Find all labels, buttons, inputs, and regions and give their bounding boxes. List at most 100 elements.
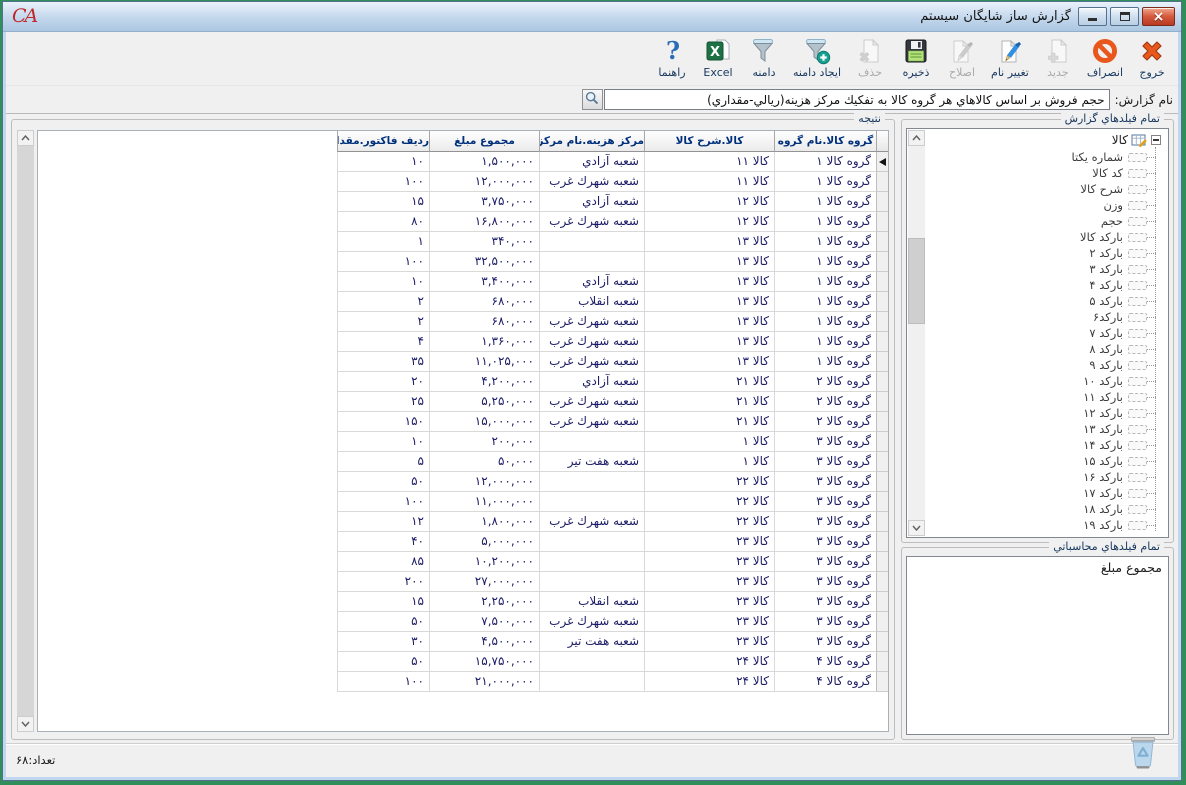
field-checkbox[interactable]	[1128, 185, 1147, 194]
field-checkbox[interactable]	[1128, 361, 1147, 370]
scrollbar-thumb[interactable]	[908, 238, 925, 324]
field-checkbox[interactable]	[1128, 281, 1147, 290]
table-row[interactable]: گروه كالا ۳كالا ۱شعبه هفت تير۵۰,۰۰۰۵	[337, 452, 888, 472]
field-checkbox[interactable]	[1128, 217, 1147, 226]
tree-item[interactable]: باركد ۵	[925, 293, 1168, 309]
table-row[interactable]: گروه كالا ۳كالا ۲۳شعبه انقلاب۲,۲۵۰,۰۰۰۱۵	[337, 592, 888, 612]
tree-item[interactable]: باركد ۱۹	[925, 517, 1168, 533]
table-row[interactable]: گروه كالا ۱كالا ۱۳شعبه آزادي۳,۴۰۰,۰۰۰۱۰	[337, 272, 888, 292]
table-row[interactable]: گروه كالا ۱كالا ۱۳شعبه شهرك غرب۱۱,۰۲۵,۰۰…	[337, 352, 888, 372]
tree-item[interactable]: شرح كالا	[925, 181, 1168, 197]
tree-item[interactable]: باركد ۱۷	[925, 485, 1168, 501]
field-checkbox[interactable]	[1128, 345, 1147, 354]
tree-root-item[interactable]: كالا	[925, 131, 1168, 149]
table-row[interactable]: گروه كالا ۳كالا ۲۲شعبه شهرك غرب۱,۸۰۰,۰۰۰…	[337, 512, 888, 532]
tree-vertical-scrollbar[interactable]	[908, 130, 925, 536]
field-checkbox[interactable]	[1128, 329, 1147, 338]
tree-item[interactable]: حجم	[925, 213, 1168, 229]
tree-item[interactable]: باركد ۸	[925, 341, 1168, 357]
table-row[interactable]: گروه كالا ۳كالا ۲۲۱۱,۰۰۰,۰۰۰۱۰۰	[337, 492, 888, 512]
table-row[interactable]: گروه كالا ۳كالا ۲۳شعبه شهرك غرب۷,۵۰۰,۰۰۰…	[337, 612, 888, 632]
scroll-down-icon[interactable]	[908, 520, 925, 536]
result-vertical-scrollbar[interactable]	[17, 130, 34, 732]
field-checkbox[interactable]	[1128, 537, 1147, 538]
table-row[interactable]: گروه كالا ۳كالا ۲۳۱۰,۲۰۰,۰۰۰۸۵	[337, 552, 888, 572]
help-button[interactable]: ? راهنما	[649, 34, 695, 83]
save-button[interactable]: ذخيره	[893, 34, 939, 83]
tree-item[interactable]: باركد۶	[925, 309, 1168, 325]
tree-item[interactable]: باركد ۱۸	[925, 501, 1168, 517]
tree-item[interactable]: باركد ۱۱	[925, 389, 1168, 405]
tree-item[interactable]: باركد ۱۳	[925, 421, 1168, 437]
field-checkbox[interactable]	[1128, 473, 1147, 482]
scroll-down-icon[interactable]	[17, 716, 34, 732]
table-row[interactable]: گروه كالا ۲كالا ۲۱شعبه آزادي۴,۲۰۰,۰۰۰۲۰	[337, 372, 888, 392]
tree-item[interactable]: باركد ۱۰	[925, 373, 1168, 389]
field-checkbox[interactable]	[1128, 297, 1147, 306]
table-row[interactable]: گروه كالا ۱كالا ۱۱شعبه شهرك غرب۱۲,۰۰۰,۰۰…	[337, 172, 888, 192]
field-checkbox[interactable]	[1128, 489, 1147, 498]
table-row[interactable]: گروه كالا ۱كالا ۱۲شعبه شهرك غرب۱۶,۸۰۰,۰۰…	[337, 212, 888, 232]
collapse-icon[interactable]	[1151, 135, 1161, 145]
field-checkbox[interactable]	[1128, 505, 1147, 514]
search-button[interactable]	[582, 89, 603, 110]
field-checkbox[interactable]	[1128, 313, 1147, 322]
column-header[interactable]: مجموع مبلغ	[429, 131, 539, 152]
field-checkbox[interactable]	[1128, 409, 1147, 418]
maximize-button[interactable]	[1110, 7, 1139, 26]
column-header[interactable]: رديف فاكتور.مقدار۱	[337, 131, 429, 152]
table-row[interactable]: گروه كالا ۳كالا ۲۳۵,۰۰۰,۰۰۰۴۰	[337, 532, 888, 552]
field-checkbox[interactable]	[1128, 521, 1147, 530]
tree-item[interactable]	[925, 533, 1168, 537]
field-checkbox[interactable]	[1128, 201, 1147, 210]
tree-item[interactable]: باركد ۳	[925, 261, 1168, 277]
table-row[interactable]: گروه كالا ۳كالا ۱۲۰۰,۰۰۰۱۰	[337, 432, 888, 452]
table-row[interactable]: گروه كالا ۴كالا ۲۴۲۱,۰۰۰,۰۰۰۱۰۰	[337, 672, 888, 692]
tree-item[interactable]: كد كالا	[925, 165, 1168, 181]
scroll-up-icon[interactable]	[908, 130, 925, 146]
minimize-button[interactable]	[1078, 7, 1107, 26]
range-button[interactable]: دامنه	[741, 34, 787, 83]
rename-button[interactable]: تغيير نام	[985, 34, 1035, 83]
table-row[interactable]: گروه كالا ۱كالا ۱۳۳۴۰,۰۰۰۱	[337, 232, 888, 252]
tree-item[interactable]: باركد ۱۵	[925, 453, 1168, 469]
table-row[interactable]: گروه كالا ۱كالا ۱۳۳۲,۵۰۰,۰۰۰۱۰۰	[337, 252, 888, 272]
tree-item[interactable]: باركد ۴	[925, 277, 1168, 293]
field-checkbox[interactable]	[1128, 153, 1147, 162]
field-checkbox[interactable]	[1128, 425, 1147, 434]
table-row[interactable]: گروه كالا ۳كالا ۲۳شعبه هفت تير۴,۵۰۰,۰۰۰۳…	[337, 632, 888, 652]
field-checkbox[interactable]	[1128, 441, 1147, 450]
tree-item[interactable]: باركد ۱۶	[925, 469, 1168, 485]
field-checkbox[interactable]	[1128, 233, 1147, 242]
tree-item[interactable]: باركد كالا	[925, 229, 1168, 245]
tree-item[interactable]: باركد ۲	[925, 245, 1168, 261]
exit-button[interactable]: خروج	[1129, 34, 1175, 83]
table-row[interactable]: گروه كالا ۱كالا ۱۳شعبه شهرك غرب۱,۳۶۰,۰۰۰…	[337, 332, 888, 352]
excel-button[interactable]: X Excel	[695, 34, 741, 83]
column-header[interactable]: مركز هزينه.نام مركز هزينه	[539, 131, 644, 152]
field-checkbox[interactable]	[1128, 393, 1147, 402]
tree-item[interactable]: وزن	[925, 197, 1168, 213]
tree-item[interactable]: باركد ۷	[925, 325, 1168, 341]
table-row[interactable]: گروه كالا ۲كالا ۲۱شعبه شهرك غرب۵,۲۵۰,۰۰۰…	[337, 392, 888, 412]
cancel-button[interactable]: انصراف	[1081, 34, 1129, 83]
column-header[interactable]: گروه كالا.نام گروه	[774, 131, 876, 152]
scroll-up-icon[interactable]	[17, 130, 34, 146]
report-name-input[interactable]	[604, 89, 1110, 110]
tree-item[interactable]: باركد ۱۴	[925, 437, 1168, 453]
close-button[interactable]: ×	[1142, 7, 1175, 26]
tree-item[interactable]: باركد ۹	[925, 357, 1168, 373]
field-checkbox[interactable]	[1128, 249, 1147, 258]
tree-item[interactable]: باركد ۱۲	[925, 405, 1168, 421]
table-row[interactable]: گروه كالا ۱كالا ۱۳شعبه شهرك غرب۶۸۰,۰۰۰۲	[337, 312, 888, 332]
table-row[interactable]: گروه كالا ۱كالا ۱۳شعبه انقلاب۶۸۰,۰۰۰۲	[337, 292, 888, 312]
field-checkbox[interactable]	[1128, 169, 1147, 178]
table-row[interactable]: گروه كالا ۱كالا ۱۲شعبه آزادي۳,۷۵۰,۰۰۰۱۵	[337, 192, 888, 212]
field-checkbox[interactable]	[1128, 265, 1147, 274]
table-row[interactable]: گروه كالا ۲كالا ۲۱شعبه شهرك غرب۱۵,۰۰۰,۰۰…	[337, 412, 888, 432]
tree-item[interactable]: شماره يكتا	[925, 149, 1168, 165]
field-checkbox[interactable]	[1128, 457, 1147, 466]
field-checkbox[interactable]	[1128, 377, 1147, 386]
table-row[interactable]: گروه كالا ۳كالا ۲۳۲۷,۰۰۰,۰۰۰۲۰۰	[337, 572, 888, 592]
table-row[interactable]: گروه كالا ۳كالا ۲۲۱۲,۰۰۰,۰۰۰۵۰	[337, 472, 888, 492]
